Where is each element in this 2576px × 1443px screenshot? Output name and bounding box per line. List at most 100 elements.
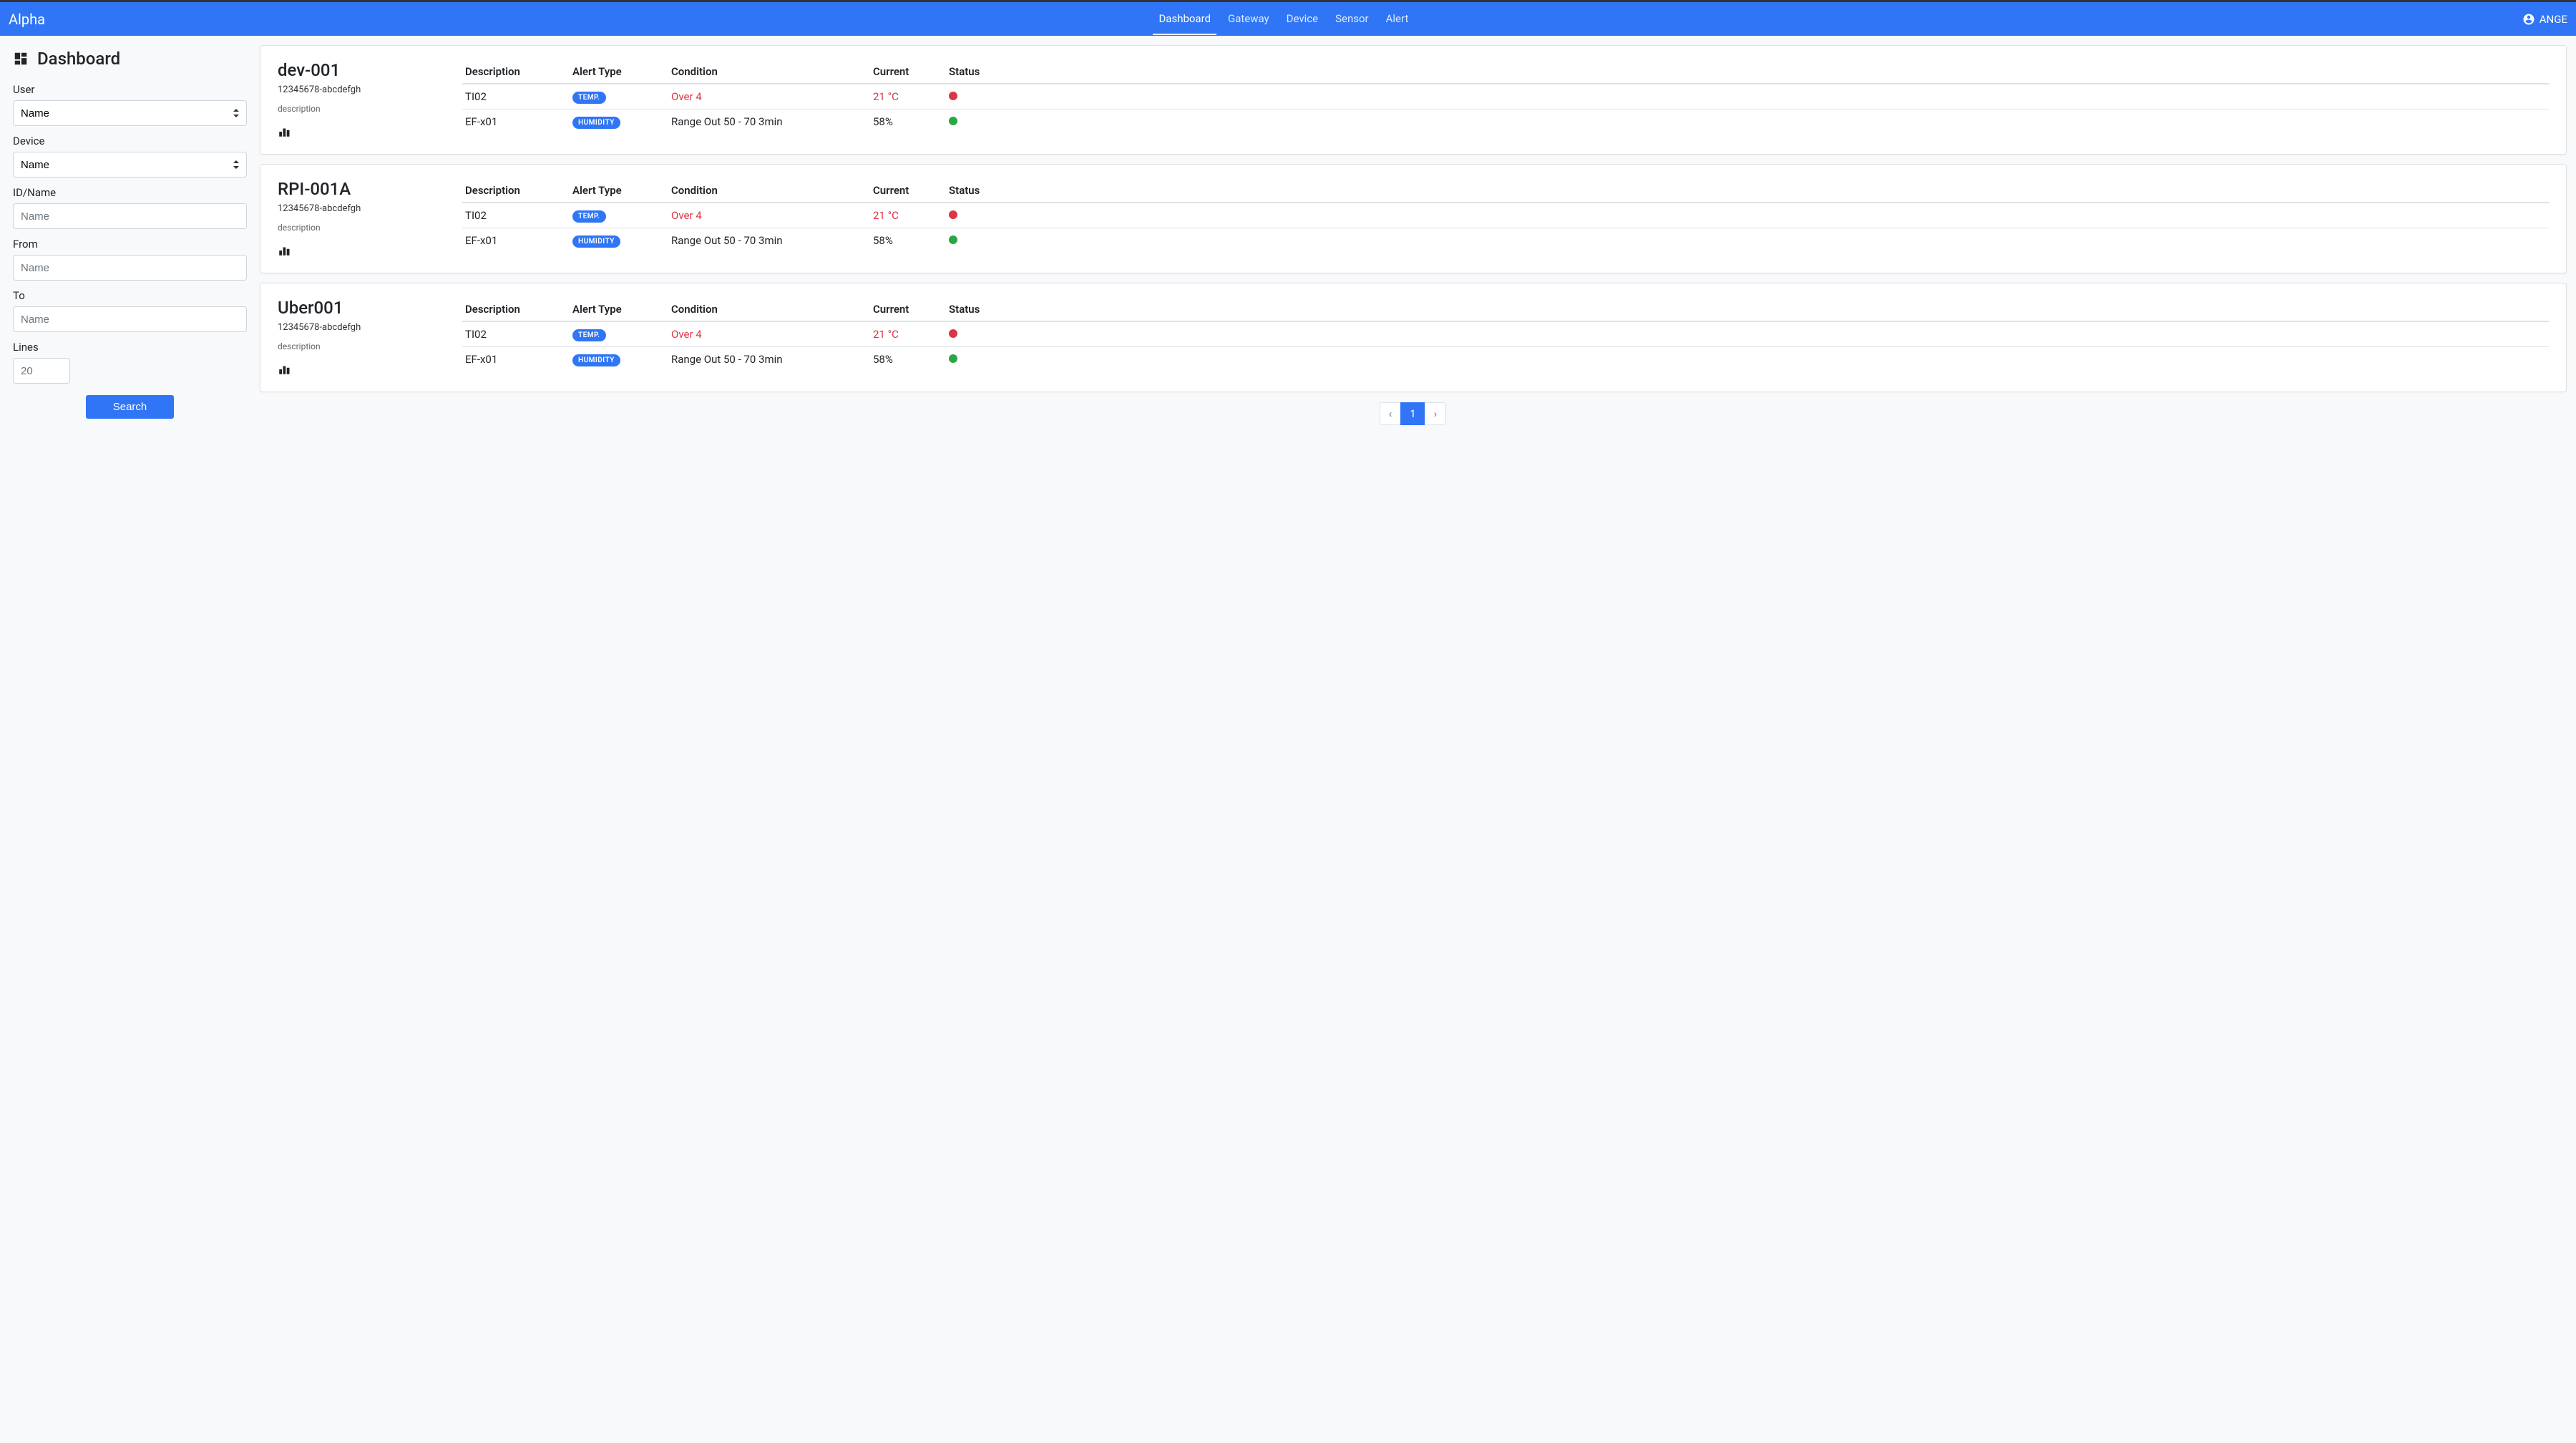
alert-desc: TI02 — [462, 203, 570, 228]
alert-current: 21 °C — [870, 84, 946, 110]
status-dot-icon — [949, 210, 957, 219]
th-condition: Condition — [668, 298, 870, 321]
th-description: Description — [462, 60, 570, 84]
alert-table: Description Alert Type Condition Current… — [462, 179, 2549, 253]
user-select[interactable]: Name — [13, 100, 247, 126]
device-id: 12345678-abcdefgh — [278, 84, 462, 95]
th-description: Description — [462, 298, 570, 321]
alert-current: 58% — [870, 110, 946, 135]
username: ANGE — [2540, 13, 2567, 26]
to-label: To — [13, 289, 247, 302]
alert-condition: Range Out 50 - 70 3min — [668, 347, 870, 372]
to-input[interactable] — [13, 306, 247, 332]
th-description: Description — [462, 179, 570, 203]
nav-gateway[interactable]: Gateway — [1222, 4, 1275, 35]
device-card: RPI-001A 12345678-abcdefgh description D… — [260, 164, 2567, 273]
bar-chart-icon[interactable] — [278, 244, 291, 257]
from-label: From — [13, 238, 247, 251]
device-name[interactable]: dev-001 — [278, 60, 462, 80]
th-current: Current — [870, 60, 946, 84]
alert-type: Humidity — [570, 110, 668, 135]
alert-condition: Over 4 — [668, 203, 870, 228]
alert-badge: Temp. — [572, 92, 606, 104]
status-dot-icon — [949, 329, 957, 338]
alert-status — [946, 228, 2549, 253]
page-next[interactable]: › — [1425, 402, 1447, 425]
device-name[interactable]: Uber001 — [278, 298, 462, 318]
search-button[interactable]: Search — [86, 395, 175, 419]
user-label: User — [13, 83, 247, 96]
idname-input[interactable] — [13, 203, 247, 229]
alert-current: 58% — [870, 347, 946, 372]
alert-row: TI02 Temp. Over 4 21 °C — [462, 203, 2549, 228]
th-current: Current — [870, 298, 946, 321]
alert-condition: Over 4 — [668, 321, 870, 347]
lines-label: Lines — [13, 341, 247, 354]
alert-status — [946, 203, 2549, 228]
alert-status — [946, 321, 2549, 347]
th-condition: Condition — [668, 60, 870, 84]
page-prev[interactable]: ‹ — [1380, 402, 1402, 425]
status-dot-icon — [949, 354, 957, 363]
device-card: Uber001 12345678-abcdefgh description De… — [260, 283, 2567, 392]
th-status: Status — [946, 179, 2549, 203]
alert-badge: Humidity — [572, 354, 620, 366]
alert-type: Humidity — [570, 228, 668, 253]
alert-row: EF-x01 Humidity Range Out 50 - 70 3min 5… — [462, 110, 2549, 135]
nav-links: DashboardGatewayDeviceSensorAlert — [1150, 4, 1417, 35]
th-alert-type: Alert Type — [570, 179, 668, 203]
device-desc: description — [278, 223, 462, 233]
alert-table: Description Alert Type Condition Current… — [462, 60, 2549, 134]
device-name[interactable]: RPI-001A — [278, 179, 462, 199]
device-card: dev-001 12345678-abcdefgh description De… — [260, 45, 2567, 155]
alert-desc: EF-x01 — [462, 347, 570, 372]
pagination: ‹ 1 › — [260, 402, 2567, 425]
status-dot-icon — [949, 117, 957, 125]
th-alert-type: Alert Type — [570, 60, 668, 84]
nav-sensor[interactable]: Sensor — [1330, 4, 1375, 35]
page-title: Dashboard — [13, 49, 247, 69]
bar-chart-icon[interactable] — [278, 125, 291, 138]
alert-row: TI02 Temp. Over 4 21 °C — [462, 84, 2549, 110]
alert-badge: Temp. — [572, 210, 606, 223]
device-id: 12345678-abcdefgh — [278, 203, 462, 214]
user-icon — [2522, 13, 2535, 26]
dashboard-icon — [13, 51, 29, 67]
alert-status — [946, 110, 2549, 135]
bar-chart-icon[interactable] — [278, 363, 291, 376]
idname-label: ID/Name — [13, 186, 247, 199]
alert-condition: Range Out 50 - 70 3min — [668, 228, 870, 253]
alert-status — [946, 84, 2549, 110]
main-content: dev-001 12345678-abcdefgh description De… — [260, 36, 2576, 434]
th-status: Status — [946, 298, 2549, 321]
brand[interactable]: Alpha — [9, 11, 45, 28]
from-input[interactable] — [13, 255, 247, 281]
nav-device[interactable]: Device — [1281, 4, 1324, 35]
alert-status — [946, 347, 2549, 372]
th-alert-type: Alert Type — [570, 298, 668, 321]
th-status: Status — [946, 60, 2549, 84]
device-desc: description — [278, 341, 462, 351]
sidebar: Dashboard User Name Device Name ID/Name … — [0, 36, 260, 434]
alert-condition: Range Out 50 - 70 3min — [668, 110, 870, 135]
alert-badge: Temp. — [572, 329, 606, 341]
device-label: Device — [13, 135, 247, 147]
alert-badge: Humidity — [572, 235, 620, 248]
alert-type: Temp. — [570, 84, 668, 110]
alert-current: 58% — [870, 228, 946, 253]
alert-badge: Humidity — [572, 117, 620, 129]
device-id: 12345678-abcdefgh — [278, 322, 462, 333]
page-1[interactable]: 1 — [1400, 402, 1425, 425]
nav-dashboard[interactable]: Dashboard — [1153, 4, 1216, 35]
alert-desc: EF-x01 — [462, 228, 570, 253]
status-dot-icon — [949, 92, 957, 100]
alert-condition: Over 4 — [668, 84, 870, 110]
lines-input[interactable] — [13, 358, 70, 384]
th-condition: Condition — [668, 179, 870, 203]
status-dot-icon — [949, 235, 957, 244]
device-select[interactable]: Name — [13, 152, 247, 178]
alert-type: Temp. — [570, 321, 668, 347]
nav-alert[interactable]: Alert — [1380, 4, 1415, 35]
user-menu[interactable]: ANGE — [2522, 13, 2567, 26]
th-current: Current — [870, 179, 946, 203]
